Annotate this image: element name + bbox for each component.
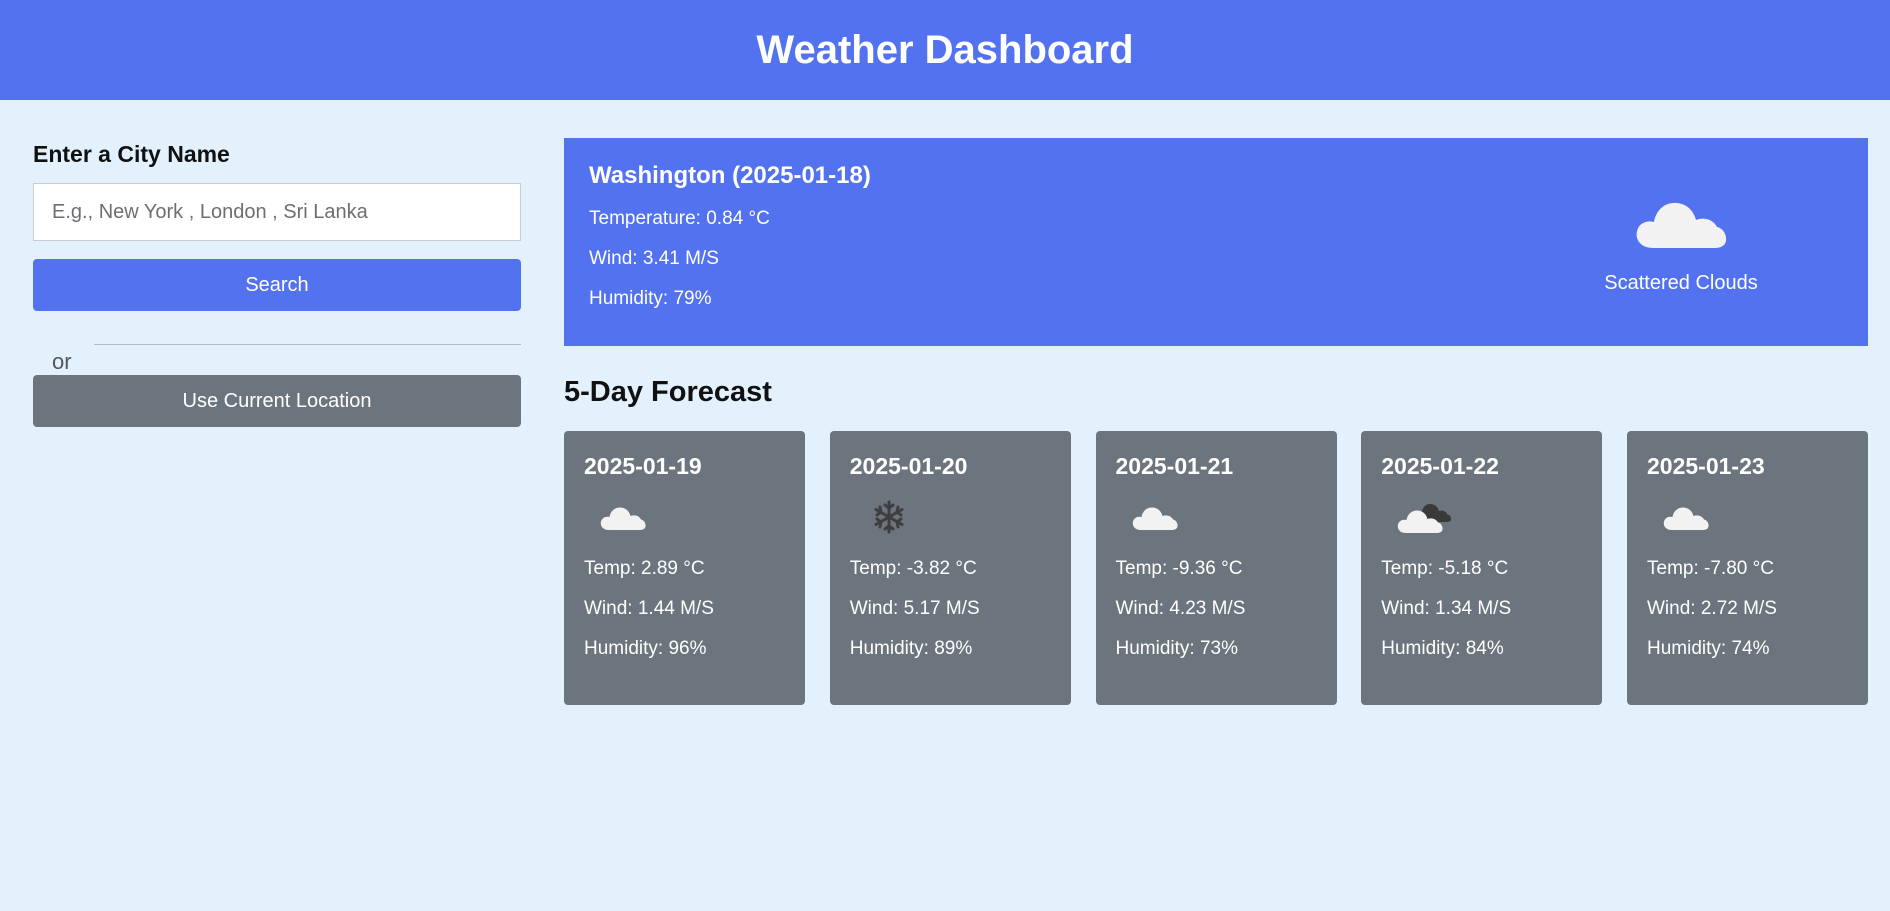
- forecast-humidity: Humidity: 89%: [849, 638, 973, 659]
- forecast-card: 2025-01-22 Temp: -5.18 °C Wind: 1.34 M/S…: [1361, 431, 1603, 705]
- forecast-date: 2025-01-20: [849, 453, 968, 479]
- forecast-title: 5-Day Forecast: [564, 376, 772, 408]
- current-weather-description: Scattered Clouds: [1604, 271, 1758, 294]
- forecast-humidity: Humidity: 73%: [1115, 638, 1239, 659]
- forecast-humidity: Humidity: 84%: [1381, 638, 1504, 659]
- content-area: Enter a City Name Search or Use Current …: [0, 100, 1890, 705]
- forecast-humidity: Humidity: 96%: [584, 638, 707, 659]
- city-search-input[interactable]: [33, 183, 521, 241]
- forecast-card: 2025-01-21 Temp: -9.36 °C Wind: 4.23 M/S…: [1095, 431, 1337, 705]
- forecast-wind: Wind: 4.23 M/S: [1115, 598, 1246, 619]
- broken-clouds-icon: [1398, 503, 1452, 533]
- forecast-date: 2025-01-23: [1647, 453, 1765, 479]
- forecast-card: 2025-01-23 Temp: -7.80 °C Wind: 2.72 M/S…: [1627, 431, 1868, 705]
- weather-panel: Washington (2025-01-18) Temperature: 0.8…: [564, 138, 1868, 705]
- current-humidity: Humidity: 79%: [589, 288, 712, 309]
- snowflake-icon: [874, 500, 904, 534]
- app-header: Weather Dashboard: [0, 0, 1890, 100]
- cloud-icon: [1663, 507, 1709, 530]
- search-button[interactable]: Search: [33, 259, 521, 311]
- forecast-wind: Wind: 5.17 M/S: [849, 598, 980, 619]
- current-weather-details: Washington (2025-01-18) Temperature: 0.8…: [589, 162, 871, 322]
- forecast-temp: Temp: 2.89 °C: [584, 558, 705, 579]
- forecast-wind: Wind: 1.34 M/S: [1381, 598, 1512, 619]
- or-divider: or: [33, 311, 521, 375]
- current-wind: Wind: 3.41 M/S: [589, 248, 719, 269]
- forecast-temp: Temp: -3.82 °C: [849, 558, 977, 579]
- forecast-card: 2025-01-19 Temp: 2.89 °C Wind: 1.44 M/S …: [564, 431, 805, 705]
- current-weather-card: Washington (2025-01-18) Temperature: 0.8…: [564, 138, 1868, 346]
- cloud-icon: [600, 507, 646, 530]
- or-text: or: [52, 349, 72, 374]
- forecast-temp: Temp: -7.80 °C: [1647, 558, 1774, 579]
- current-weather-icon-block: Scattered Clouds: [1581, 162, 1781, 322]
- forecast-humidity: Humidity: 74%: [1647, 638, 1770, 659]
- use-current-location-button[interactable]: Use Current Location: [33, 375, 521, 427]
- cloud-icon: [1636, 202, 1727, 248]
- forecast-cards: 2025-01-19 Temp: 2.89 °C Wind: 1.44 M/S …: [564, 431, 1868, 705]
- forecast-wind: Wind: 2.72 M/S: [1647, 598, 1777, 619]
- forecast-date: 2025-01-19: [584, 453, 702, 479]
- forecast-wind: Wind: 1.44 M/S: [584, 598, 714, 619]
- current-temperature: Temperature: 0.84 °C: [589, 208, 770, 229]
- cloud-icon: [1132, 507, 1178, 530]
- search-panel: Enter a City Name Search or Use Current …: [33, 138, 521, 705]
- forecast-card: 2025-01-20 Temp: -3.82 °C Wind: 5.17 M/S…: [829, 431, 1071, 705]
- forecast-date: 2025-01-21: [1115, 453, 1234, 479]
- divider-line: [94, 344, 521, 345]
- current-city-heading: Washington (2025-01-18): [589, 162, 871, 189]
- forecast-temp: Temp: -9.36 °C: [1115, 558, 1243, 579]
- forecast-date: 2025-01-22: [1381, 453, 1499, 479]
- city-input-label: Enter a City Name: [33, 141, 230, 167]
- forecast-temp: Temp: -5.18 °C: [1381, 558, 1509, 579]
- page-title: Weather Dashboard: [756, 27, 1134, 72]
